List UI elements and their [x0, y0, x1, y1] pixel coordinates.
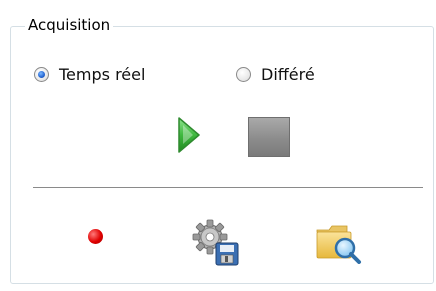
- record-icon: [88, 229, 103, 244]
- separator: [33, 187, 423, 188]
- play-icon: [178, 117, 200, 153]
- acquisition-group-title: Acquisition: [25, 14, 114, 36]
- gear-save-icon: [192, 219, 239, 266]
- radio-differe[interactable]: Différé: [236, 63, 315, 85]
- radio-temps-reel-label: Temps réel: [59, 64, 146, 84]
- radio-differe-label: Différé: [261, 64, 315, 84]
- stop-icon: [249, 118, 289, 156]
- settings-save-button[interactable]: [190, 219, 240, 267]
- record-button[interactable]: [88, 229, 103, 244]
- play-button[interactable]: [175, 116, 203, 154]
- stop-button[interactable]: [248, 117, 290, 157]
- folder-search-icon: [316, 225, 361, 264]
- radio-temps-reel-circle[interactable]: [34, 66, 49, 82]
- open-folder-button[interactable]: [315, 222, 363, 264]
- radio-temps-reel[interactable]: Temps réel: [34, 63, 145, 85]
- radio-differe-circle[interactable]: [236, 66, 251, 82]
- radio-selected-dot: [38, 70, 45, 78]
